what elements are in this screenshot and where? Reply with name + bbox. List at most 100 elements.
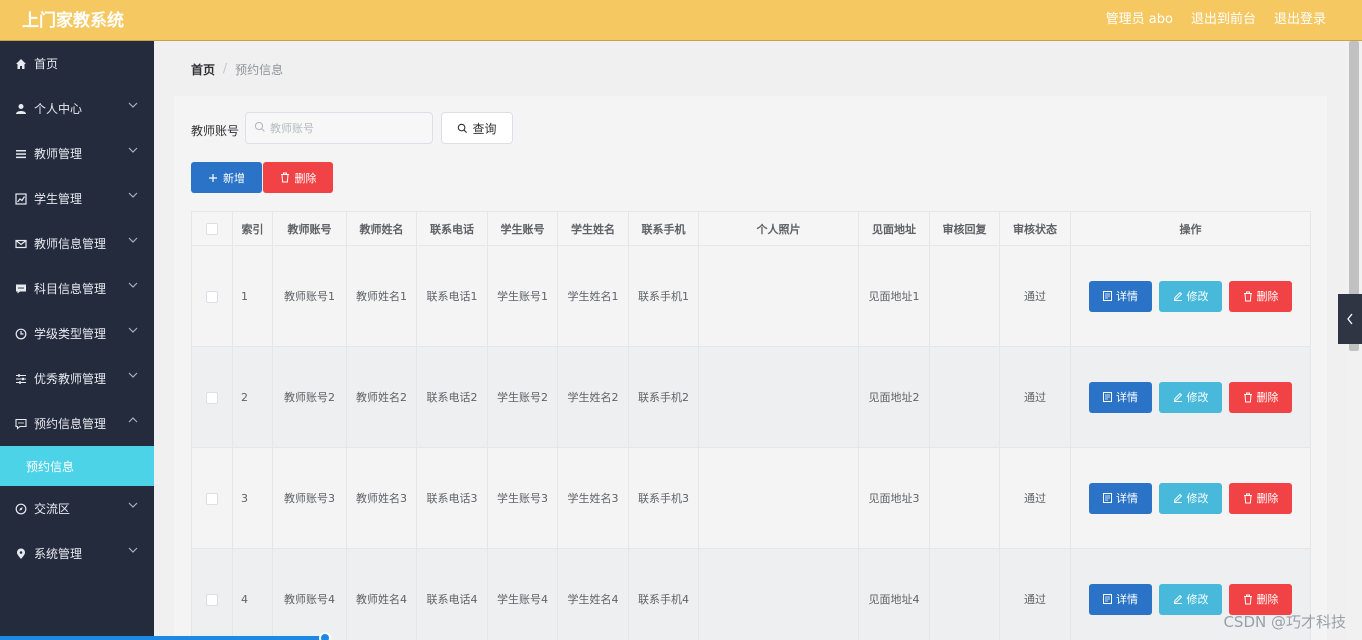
logout-link[interactable]: 退出登录: [1274, 8, 1326, 27]
select-all-checkbox[interactable]: [206, 223, 218, 235]
edit-icon: [1173, 493, 1182, 503]
row-select-cell: [191, 346, 233, 448]
batch-delete-button-label: 删除: [294, 171, 317, 185]
detail-button[interactable]: 详情: [1089, 381, 1152, 413]
chat-icon: [14, 282, 28, 296]
delete-button-label: 删除: [1256, 492, 1279, 505]
row-select-cell: [191, 447, 233, 549]
sidebar-item-profile[interactable]: 个人中心: [0, 86, 154, 131]
exit-to-front-link[interactable]: 退出到前台: [1191, 8, 1256, 27]
teacher-name-cell: 教师姓名3: [346, 447, 417, 549]
detail-button[interactable]: 详情: [1089, 583, 1152, 615]
home-icon: [14, 57, 28, 71]
edit-button[interactable]: 修改: [1159, 280, 1222, 312]
sidebar-item-label: 学级类型管理: [34, 327, 107, 341]
column-header: 审核状态: [999, 211, 1071, 246]
address-cell: 见面地址4: [858, 548, 930, 640]
photo-cell: [698, 447, 859, 549]
column-header: 见面地址: [858, 211, 930, 246]
mobile-cell: 联系手机1: [628, 245, 699, 347]
sidebar-item-label: 教师管理: [34, 147, 83, 161]
chart-icon: [14, 192, 28, 206]
reply-cell: [929, 245, 1000, 347]
row-checkbox[interactable]: [206, 593, 218, 606]
reply-cell: [929, 346, 1000, 448]
reply-cell: [929, 447, 1000, 549]
breadcrumb-home[interactable]: 首页: [191, 61, 215, 78]
delete-button[interactable]: 删除: [1229, 280, 1292, 312]
add-button[interactable]: 新增: [191, 162, 262, 193]
status-cell: 通过: [999, 548, 1071, 640]
sidebar-item-excellent-teachers[interactable]: 优秀教师管理: [0, 356, 154, 401]
edit-button[interactable]: 修改: [1159, 583, 1222, 615]
teacher-name-cell: 教师姓名2: [346, 346, 417, 448]
breadcrumb-separator: /: [223, 61, 228, 75]
document-icon: [1103, 392, 1112, 402]
column-header: 审核回复: [929, 211, 1000, 246]
sidebar-item-appointment-management[interactable]: 预约信息管理: [0, 401, 154, 446]
table-header-row: 索引 教师账号 教师姓名 联系电话 学生账号 学生姓名 联系手机 个人照片 见面…: [191, 211, 1311, 246]
trash-icon: [1243, 594, 1252, 604]
sidebar-item-subjects[interactable]: 科目信息管理: [0, 266, 154, 311]
sidebar-subitem-appointment-info[interactable]: 预约信息: [0, 446, 154, 486]
actions-cell: 详情 修改 删除: [1070, 447, 1311, 549]
batch-delete-button[interactable]: 删除: [263, 162, 333, 193]
document-icon: [1103, 291, 1112, 301]
row-checkbox[interactable]: [206, 492, 218, 505]
add-button-label: 新增: [223, 171, 245, 185]
row-checkbox[interactable]: [206, 290, 218, 303]
chevron-down-icon: [128, 192, 138, 198]
student-account-cell: 学生账号2: [487, 346, 558, 448]
sidebar-item-home[interactable]: 首页: [0, 41, 154, 86]
index-cell: 2: [232, 346, 273, 448]
delete-button[interactable]: 删除: [1229, 482, 1292, 514]
photo-cell: [698, 245, 859, 347]
plus-icon: [209, 173, 217, 182]
sidebar-item-teachers[interactable]: 教师管理: [0, 131, 154, 176]
query-button[interactable]: 查询: [441, 112, 513, 144]
sidebar-item-grade-types[interactable]: 学级类型管理: [0, 311, 154, 356]
top-header: 上门家教系统 管理员 abo 退出到前台 退出登录: [0, 0, 1362, 41]
sidebar-item-label: 交流区: [34, 502, 71, 516]
teacher-account-search-input[interactable]: [245, 112, 433, 144]
status-cell: 通过: [999, 245, 1071, 347]
teacher-account-cell: 教师账号4: [272, 548, 347, 640]
column-header: 教师姓名: [346, 211, 417, 246]
side-panel-toggle[interactable]: [1338, 294, 1362, 344]
phone-cell: 联系电话3: [416, 447, 488, 549]
detail-button[interactable]: 详情: [1089, 280, 1152, 312]
column-header: 联系手机: [628, 211, 699, 246]
edit-button[interactable]: 修改: [1159, 381, 1222, 413]
sidebar-item-label: 系统管理: [34, 547, 83, 561]
edit-button[interactable]: 修改: [1159, 482, 1222, 514]
reply-cell: [929, 548, 1000, 640]
trash-icon: [1243, 493, 1252, 503]
student-name-cell: 学生姓名2: [557, 346, 629, 448]
edit-button-label: 修改: [1186, 391, 1209, 404]
chevron-down-icon: [128, 237, 138, 243]
detail-button-label: 详情: [1116, 290, 1138, 303]
search-icon: [458, 123, 468, 133]
address-cell: 见面地址2: [858, 346, 930, 448]
sidebar-item-system[interactable]: 系统管理: [0, 531, 154, 576]
column-header: 学生姓名: [557, 211, 629, 246]
document-icon: [1103, 493, 1112, 503]
chevron-down-icon: [128, 547, 138, 553]
detail-button[interactable]: 详情: [1089, 482, 1152, 514]
sidebar-item-forum[interactable]: 交流区: [0, 486, 154, 531]
content-panel: 教师账号 查询 新增 删除 索引 教师账号 教师姓名: [174, 96, 1327, 640]
progress-knob: [319, 632, 331, 640]
index-cell: 3: [232, 447, 273, 549]
loading-progress-bar: [0, 636, 325, 640]
sidebar-item-label: 学生管理: [34, 192, 83, 206]
sidebar-item-teacher-info[interactable]: 教师信息管理: [0, 221, 154, 266]
delete-button[interactable]: 删除: [1229, 381, 1292, 413]
sidebar-item-students[interactable]: 学生管理: [0, 176, 154, 221]
row-checkbox[interactable]: [206, 391, 218, 404]
address-cell: 见面地址3: [858, 447, 930, 549]
trash-icon: [1243, 392, 1252, 402]
chevron-down-icon: [128, 372, 138, 378]
delete-button[interactable]: 删除: [1229, 583, 1292, 615]
table-row: 4 教师账号4 教师姓名4 联系电话4 学生账号4 学生姓名4 联系手机4 见面…: [191, 548, 1311, 640]
phone-cell: 联系电话1: [416, 245, 488, 347]
